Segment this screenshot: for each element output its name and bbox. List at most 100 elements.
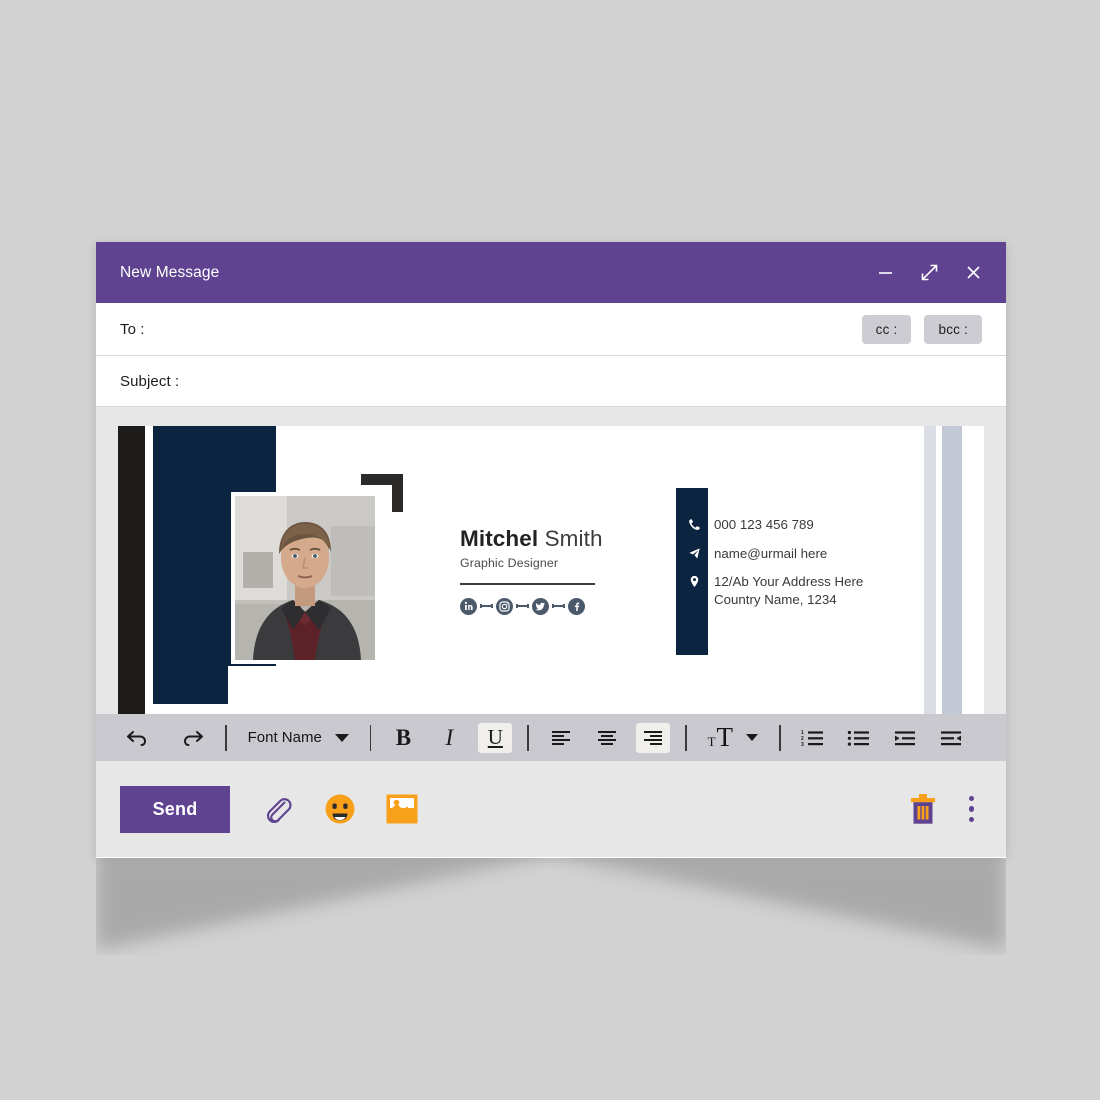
kebab-dot xyxy=(968,806,974,812)
cc-button[interactable]: cc : xyxy=(861,314,912,344)
social-connector xyxy=(480,603,493,609)
formatting-toolbar: Font Name B I U T T 1 2 3 xyxy=(96,714,1006,761)
signature-name-block: Mitchel Smith Graphic Designer xyxy=(460,526,620,615)
align-left-button[interactable] xyxy=(544,723,578,753)
paperclip-icon xyxy=(266,798,292,823)
redo-button[interactable] xyxy=(176,723,210,753)
font-size-icon: TT xyxy=(708,722,733,753)
chevron-down-icon xyxy=(746,734,759,741)
contact-email-text: name@urmail here xyxy=(714,545,828,561)
toolbar-separator xyxy=(369,724,372,751)
window-titlebar: New Message xyxy=(96,242,1006,303)
subject-row[interactable]: Subject : xyxy=(96,356,1006,407)
more-options-button[interactable] xyxy=(961,792,983,827)
toolbar-separator xyxy=(225,724,227,751)
portrait-illustration xyxy=(235,496,375,660)
toolbar-separator xyxy=(779,724,781,751)
new-message-window: New Message To: cc: bcc: Subject: Mi… xyxy=(96,242,1006,858)
signature-social-links xyxy=(460,597,620,615)
twitter-icon[interactable] xyxy=(532,597,549,615)
expand-button[interactable] xyxy=(918,262,940,284)
svg-text:3: 3 xyxy=(801,741,804,746)
signature-last-name: Smith xyxy=(544,526,603,551)
undo-button[interactable] xyxy=(120,723,154,753)
underline-button[interactable]: U xyxy=(478,722,513,753)
align-center-icon xyxy=(597,730,616,745)
contact-row-address: 12/Ab Your Address Here Country Name, 12… xyxy=(678,573,938,608)
bcc-button[interactable]: bcc : xyxy=(924,314,982,344)
window-drop-shadow xyxy=(96,855,1006,955)
facebook-icon[interactable] xyxy=(568,597,585,615)
align-left-icon xyxy=(551,730,570,745)
decor-bar-black xyxy=(118,426,145,714)
signature-divider xyxy=(460,583,595,585)
decor-bar-right-gray xyxy=(942,426,962,714)
signature-full-name: Mitchel Smith xyxy=(460,526,620,552)
kebab-dot xyxy=(968,795,974,802)
subject-label: Subject : xyxy=(120,372,180,390)
indent-increase-icon xyxy=(894,730,915,745)
bulleted-list-button[interactable] xyxy=(842,723,876,753)
signature-photo-frame xyxy=(231,492,379,664)
trash-icon xyxy=(910,794,935,824)
avatar xyxy=(235,496,375,660)
email-signature-card: Mitchel Smith Graphic Designer 000 123 4… xyxy=(118,426,984,714)
font-size-small-glyph: T xyxy=(707,734,716,749)
expand-icon xyxy=(921,264,937,281)
location-pin-icon xyxy=(678,573,710,588)
shadow-right xyxy=(551,855,1006,950)
window-title: New Message xyxy=(120,263,220,281)
indent-increase-button[interactable] xyxy=(888,723,922,753)
indent-decrease-icon xyxy=(940,730,961,745)
kebab-dot xyxy=(968,816,974,823)
window-controls xyxy=(874,262,984,284)
chevron-down-icon xyxy=(334,733,349,742)
emoji-button[interactable] xyxy=(324,793,356,825)
close-button[interactable] xyxy=(962,262,984,284)
bulleted-list-icon xyxy=(847,730,869,746)
instagram-icon[interactable] xyxy=(496,597,513,615)
numbered-list-icon: 1 2 3 xyxy=(801,730,823,747)
compose-action-bar: Send xyxy=(96,761,1006,857)
signature-first-name: Mitchel xyxy=(460,526,539,551)
social-connector xyxy=(552,603,565,609)
numbered-list-button[interactable]: 1 2 3 xyxy=(796,723,830,753)
italic-button[interactable]: I xyxy=(432,723,466,753)
font-size-large-glyph: T xyxy=(716,722,734,752)
linkedin-icon[interactable] xyxy=(460,597,477,615)
attach-file-button[interactable] xyxy=(260,792,294,826)
toolbar-separator xyxy=(527,724,529,751)
send-button[interactable]: Send xyxy=(120,785,230,833)
contact-row-phone: 000 123 456 789 xyxy=(678,516,938,534)
delete-draft-button[interactable] xyxy=(907,792,939,826)
redo-icon xyxy=(183,730,203,746)
signature-contact-list: 000 123 456 789 name@urmail here 12/Ab Y… xyxy=(678,516,938,620)
to-row[interactable]: To : cc : bcc : xyxy=(96,303,1006,356)
align-center-button[interactable] xyxy=(590,723,624,753)
signature-job-title: Graphic Designer xyxy=(460,556,559,570)
send-mail-icon xyxy=(678,545,710,560)
close-icon xyxy=(966,266,980,279)
minimize-icon xyxy=(878,272,892,274)
font-name-label: Font Name xyxy=(247,729,322,746)
minimize-button[interactable] xyxy=(874,262,896,284)
bold-button[interactable]: B xyxy=(386,723,420,753)
font-name-dropdown[interactable]: Font Name xyxy=(242,729,355,746)
phone-icon xyxy=(678,516,710,531)
to-label: To : xyxy=(120,320,145,338)
smiley-icon xyxy=(325,794,355,824)
undo-icon xyxy=(127,730,147,746)
align-right-button[interactable] xyxy=(635,722,670,753)
align-right-icon xyxy=(643,730,662,745)
bold-label: B xyxy=(395,724,412,750)
insert-image-button[interactable] xyxy=(386,794,418,824)
font-size-dropdown[interactable]: TT xyxy=(702,722,764,753)
shadow-left xyxy=(96,855,551,950)
italic-label: I xyxy=(445,724,454,750)
contact-address-text: 12/Ab Your Address Here Country Name, 12… xyxy=(714,574,864,608)
indent-decrease-button[interactable] xyxy=(934,723,968,753)
compose-body[interactable]: Mitchel Smith Graphic Designer 000 123 4… xyxy=(96,407,1006,714)
toolbar-separator xyxy=(684,724,687,751)
social-connector xyxy=(516,603,529,609)
contact-phone-text: 000 123 456 789 xyxy=(714,517,814,532)
